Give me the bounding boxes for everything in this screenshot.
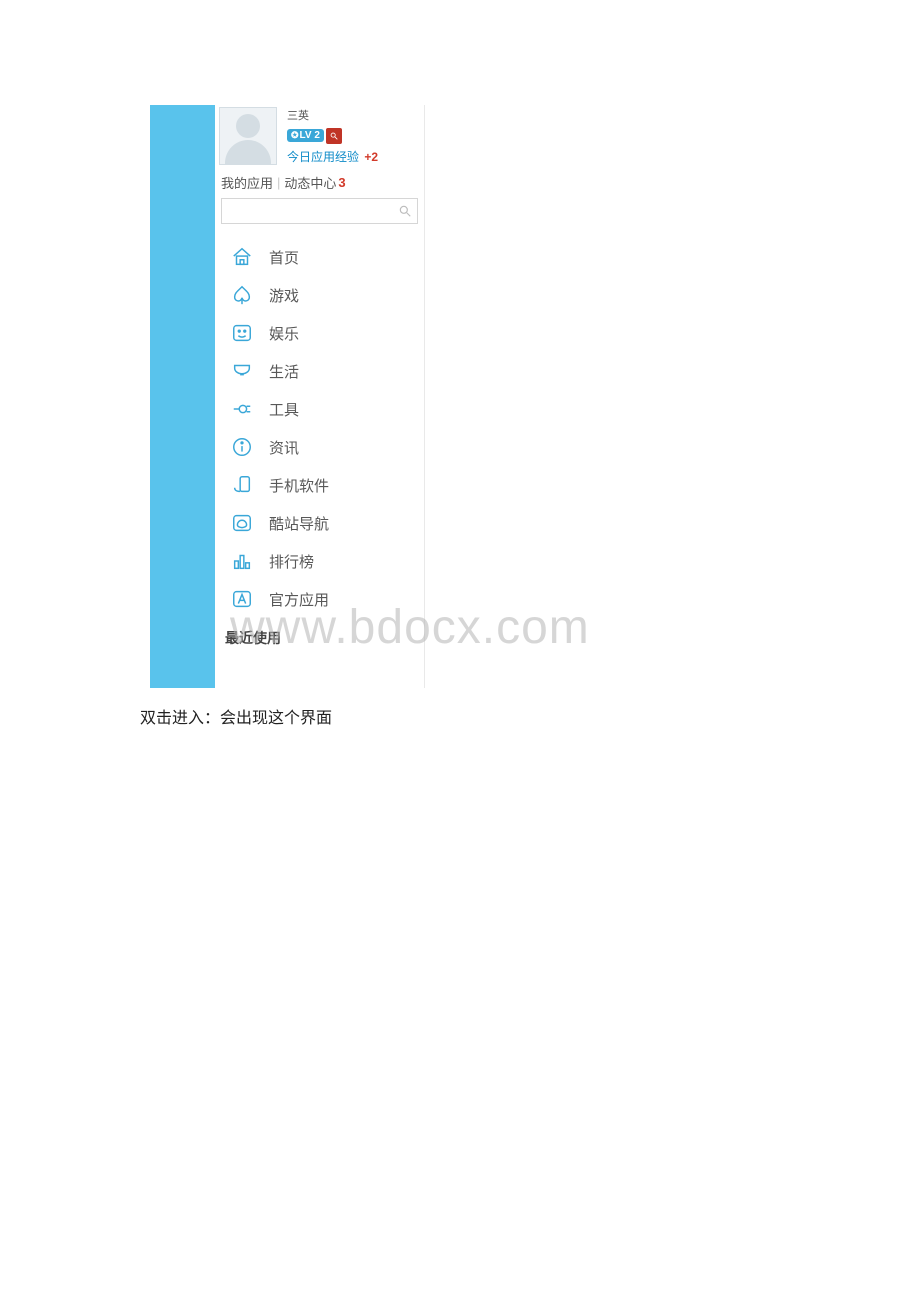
nav-label: 工具 [269,399,299,420]
xp-label: 今日应用经验 [287,150,359,164]
xp-delta: +2 [364,150,378,164]
tab-my-apps[interactable]: 我的应用 [221,173,273,192]
tab-activity[interactable]: 动态中心 [284,173,336,192]
user-header: 三英 LV 2 今日应用经验 +2 [215,105,424,167]
tab-separator: | [273,175,284,190]
level-badge[interactable]: LV 2 [287,129,324,142]
info-icon [229,434,255,460]
browser-icon [229,510,255,536]
nav-item-tools[interactable]: 工具 [215,390,424,428]
tabs-row: 我的应用 | 动态中心 3 [215,167,424,196]
nickname: 三英 [287,107,378,123]
nav-label: 资讯 [269,437,299,458]
nav-label: 手机软件 [269,475,329,496]
badge-icon[interactable] [326,128,342,144]
nav-item-news[interactable]: 资讯 [215,428,424,466]
home-icon [229,244,255,270]
app-sidebar-panel: 三英 LV 2 今日应用经验 +2 我的应用 | 动态中心 3 [150,105,425,688]
chart-icon [229,548,255,574]
avatar[interactable] [219,107,277,165]
xp-row[interactable]: 今日应用经验 +2 [287,148,378,165]
search-icon[interactable] [393,204,417,218]
a-icon [229,586,255,612]
smile-icon [229,320,255,346]
search-box[interactable] [221,198,418,224]
nav-item-home[interactable]: 首页 [215,238,424,276]
nav-item-life[interactable]: 生活 [215,352,424,390]
badge-row: LV 2 [287,128,378,144]
nav-label: 游戏 [269,285,299,306]
spade-icon [229,282,255,308]
search-input[interactable] [222,204,393,218]
plug-icon [229,396,255,422]
nav-item-rank[interactable]: 排行榜 [215,542,424,580]
nav-label: 排行榜 [269,551,314,572]
blue-accent-bar [150,105,215,688]
user-info: 三英 LV 2 今日应用经验 +2 [277,107,378,165]
nav-item-mobile[interactable]: 手机软件 [215,466,424,504]
nav-item-entertainment[interactable]: 娱乐 [215,314,424,352]
activity-count: 3 [338,175,345,190]
nav-label: 生活 [269,361,299,382]
nav-item-games[interactable]: 游戏 [215,276,424,314]
nav-item-official[interactable]: 官方应用 [215,580,424,618]
caption-text: 双击进入：会出现这个界面 [140,704,332,728]
nav-label: 首页 [269,247,299,268]
nav-item-coolnav[interactable]: 酷站导航 [215,504,424,542]
search-row [215,196,424,230]
nav-label: 酷站导航 [269,513,329,534]
nav-label: 官方应用 [269,589,329,610]
cup-icon [229,358,255,384]
sidebar-content: 三英 LV 2 今日应用经验 +2 我的应用 | 动态中心 3 [215,105,425,688]
mobile-icon [229,472,255,498]
section-recent: 最近使用 [215,618,424,654]
nav-list: 首页 游戏 娱乐 生活 [215,230,424,618]
nav-label: 娱乐 [269,323,299,344]
